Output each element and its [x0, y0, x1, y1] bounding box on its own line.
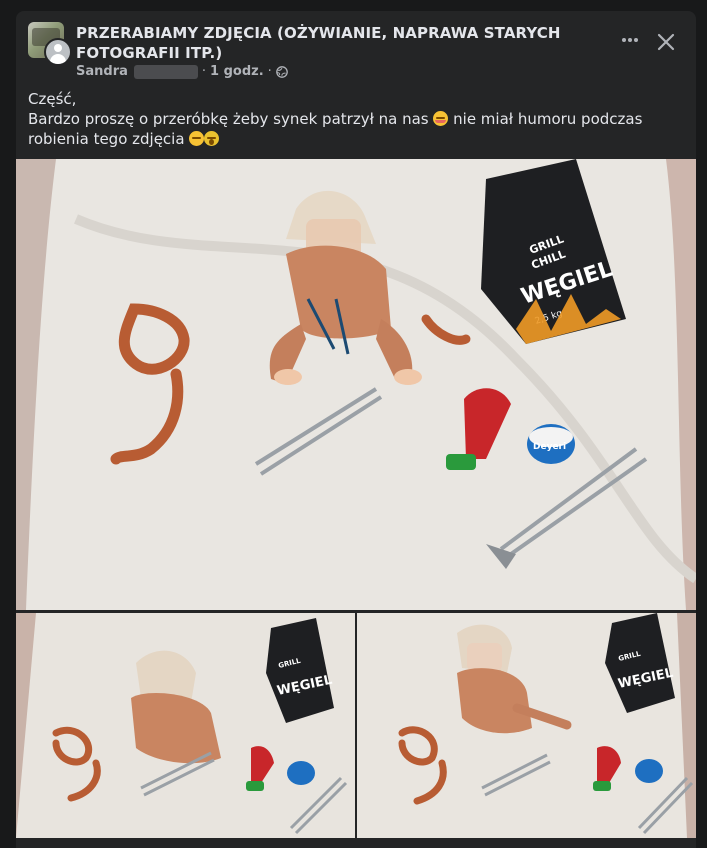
photo-main[interactable]: GRILL CHILL WĘGIEL 2,5 kg Deyeri [16, 159, 696, 610]
photo-bottom-right[interactable]: GRILL WĘGIEL [357, 613, 696, 838]
ellipsis-icon[interactable] [616, 32, 644, 48]
blurred-surname [133, 65, 198, 79]
photo-text: Deyeri [533, 442, 566, 452]
photo-bottom-left[interactable]: GRILL WĘGIEL [16, 613, 355, 838]
message-text: nie miał humoru podczas [453, 110, 643, 128]
smiling-blush-emoji [433, 111, 449, 126]
meta-separator: · [201, 64, 207, 79]
post-message: Część, Bardzo proszę o przeróbkę żeby sy… [28, 89, 678, 149]
post-time-link[interactable]: 1 godz. [210, 64, 264, 80]
baby-on-blanket-photo: GRILL CHILL WĘGIEL 2,5 kg Deyeri [16, 159, 696, 610]
group-name-link[interactable]: PRZERABIAMY ZDJĘCIA (OŻYWIANIE, NAPRAWA … [76, 23, 576, 63]
post-meta: Sandra · 1 godz. · [76, 64, 288, 80]
message-line: robienia tego zdjęcia [28, 129, 678, 149]
close-icon[interactable] [654, 30, 678, 54]
message-text: robienia tego zdjęcia [28, 130, 185, 148]
globe-icon[interactable] [275, 66, 288, 78]
avatar-group[interactable] [28, 22, 72, 66]
screaming-emoji [204, 131, 220, 146]
message-text: Bardzo proszę o przeróbkę żeby synek pat… [28, 110, 429, 128]
baby-on-blanket-photo: GRILL WĘGIEL [16, 613, 355, 838]
card-bottom-strip [16, 838, 696, 848]
author-name-link[interactable]: Sandra [76, 64, 128, 80]
meta-separator: · [267, 64, 272, 79]
post-card: PRZERABIAMY ZDJĘCIA (OŻYWIANIE, NAPRAWA … [16, 11, 696, 848]
message-line: Część, [28, 90, 77, 108]
baby-on-blanket-photo: GRILL WĘGIEL [357, 613, 696, 838]
message-line: Bardzo proszę o przeróbkę żeby synek pat… [28, 109, 678, 129]
relieved-emoji [189, 131, 205, 146]
user-avatar-icon[interactable] [44, 38, 72, 66]
